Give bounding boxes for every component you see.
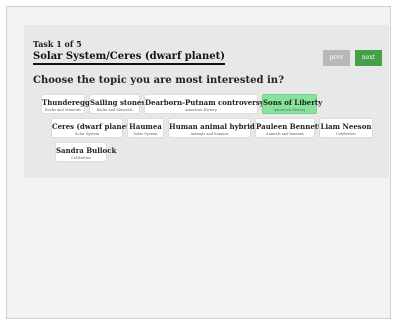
topic-haumea[interactable]: Haumea Solar System [127, 118, 164, 138]
task-title: Solar System/Ceres (dwarf planet) [33, 51, 225, 65]
next-button[interactable]: next [355, 50, 382, 66]
topic-category: American History [184, 108, 218, 112]
topic-category: Celebrities [336, 132, 356, 136]
topic-sailing-stones[interactable]: Sailing stones Rocks and Minerals [89, 94, 146, 114]
topic-category: Animals and humans [266, 132, 304, 136]
topic-name: Haumea [129, 122, 162, 131]
topic-pauleen-bennett[interactable]: Pauleen Bennett Animals and humans [255, 118, 322, 138]
topic-name: Thunderegg [42, 98, 90, 107]
prev-button[interactable]: prev [323, 50, 350, 66]
topic-name: Human animal hybrid [169, 122, 255, 131]
topic-ceres-dwarf-planet[interactable]: Ceres (dwarf planet) Solar System [51, 118, 133, 138]
topic-category: Animals and humans [190, 132, 229, 136]
topic-category: Rocks and Minerals [96, 108, 133, 112]
topic-human-animal-hybrid[interactable]: Human animal hybrid Animals and humans [168, 118, 255, 138]
topic-name: Sailing stones [90, 98, 146, 107]
topic-name: Ceres (dwarf planet) [52, 122, 133, 131]
topic-category: Solar System [74, 132, 100, 136]
topic-category: Celebrities [71, 156, 91, 160]
topic-name: Sandra Bullock [56, 146, 117, 155]
topic-name: Pauleen Bennett [256, 122, 322, 131]
topic-category: Rocks and Minerals [44, 108, 82, 112]
task-counter: Task 1 of 5 [33, 39, 82, 49]
topic-category: American History [273, 108, 306, 112]
task-card: Task 1 of 5 Solar System/Ceres (dwarf pl… [24, 25, 389, 178]
topic-thunderegg[interactable]: Thunderegg Rocks and Minerals [41, 94, 90, 114]
topic-dearborn-putnam-controversy[interactable]: Dearborn-Putnam controversy American His… [144, 94, 264, 114]
topic-liam-neeson[interactable]: Liam Neeson Celebrities [319, 118, 373, 138]
topic-name: Sons of Liberty [263, 98, 323, 107]
topic-name: Liam Neeson [320, 122, 372, 131]
topic-sons-of-liberty[interactable]: Sons of Liberty American History [262, 94, 323, 114]
topic-category: Solar System [133, 132, 158, 136]
question-prompt: Choose the topic you are most interested… [33, 75, 284, 86]
topic-sandra-bullock[interactable]: Sandra Bullock Celebrities [55, 142, 117, 162]
app-frame: Task 1 of 5 Solar System/Ceres (dwarf pl… [6, 6, 391, 319]
topic-name: Dearborn-Putnam controversy [145, 98, 264, 107]
